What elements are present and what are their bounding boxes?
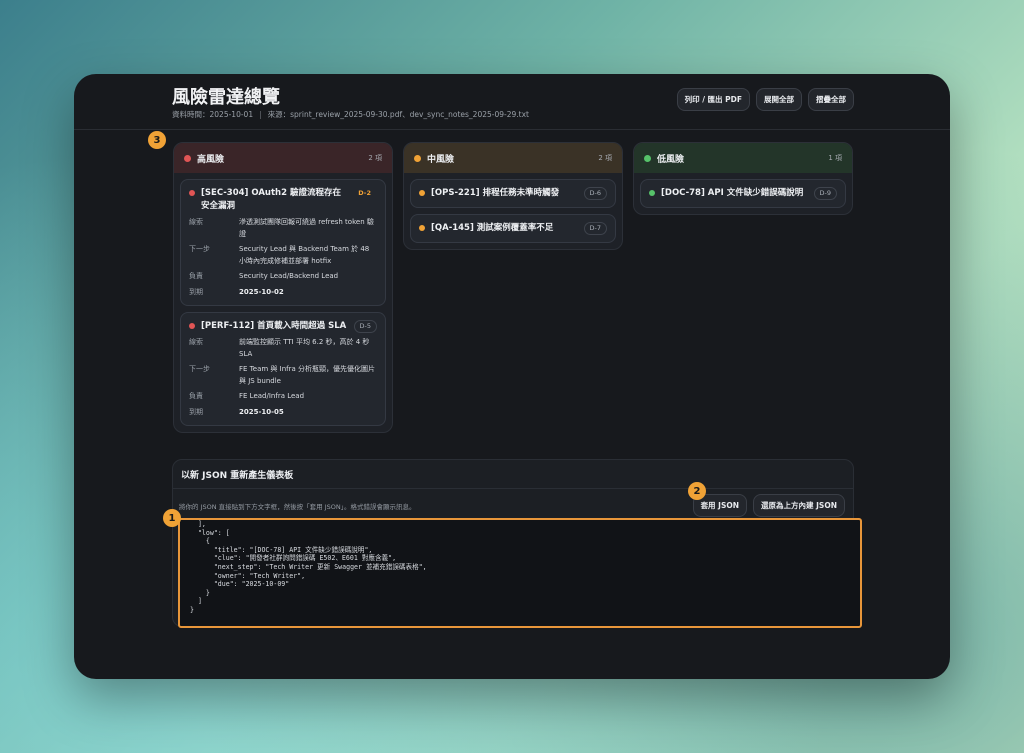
days-tag: D-6	[583, 187, 607, 200]
owner-label: 負責	[189, 392, 203, 400]
column-title: 低風險	[657, 154, 685, 165]
print-export-button[interactable]: 列印 / 匯出 PDF	[676, 88, 750, 111]
data-source: 來源：sprint_review_2025-09-30.pdf、dev_sync…	[267, 110, 529, 119]
risk-dot-icon	[189, 323, 195, 329]
card-title: [PERF-112] 首頁載入時間超過 SLA	[201, 321, 347, 331]
risk-card-perf-112[interactable]: [PERF-112] 首頁載入時間超過 SLA D-5 線索 前端監控顯示 TTI…	[180, 312, 386, 426]
owner-value: Security Lead/Backend Lead	[239, 272, 339, 280]
risk-dot-icon	[419, 190, 425, 196]
days-tag: D-5	[353, 320, 377, 333]
due-label: 到期	[189, 287, 203, 296]
marker-3: 3	[148, 131, 166, 149]
clue-label: 線索	[189, 338, 203, 346]
clue-label: 線索	[189, 218, 203, 226]
risk-dot-icon	[419, 225, 425, 231]
json-panel-title: 以新 JSON 重新產生儀表板	[181, 471, 294, 481]
page-header: 風險雷達總覽 資料時間：2025-10-01 | 來源：sprint_review_…	[74, 74, 950, 130]
meta-separator: |	[259, 110, 262, 119]
risk-card-doc-78[interactable]: [DOC-78] API 文件缺少錯誤碼說明 D-9	[640, 179, 846, 208]
card-title: [OPS-221] 排程任務未準時觸發	[431, 188, 560, 198]
column-title: 中風險	[427, 154, 455, 165]
column-low-risk: 低風險 1 項 [DOC-78] API 文件缺少錯誤碼說明 D-9	[633, 142, 853, 215]
days-tag: D-9	[813, 187, 837, 200]
column-count: 2 項	[368, 154, 382, 162]
clue-value: 前端監控顯示 TTI 平均 6.2 秒，高於 4 秒 SLA	[239, 338, 370, 358]
risk-dot-icon	[649, 190, 655, 196]
expand-all-button[interactable]: 展開全部	[756, 88, 802, 111]
column-header-low[interactable]: 低風險 1 項	[634, 143, 852, 173]
high-dot-icon	[184, 154, 191, 162]
marker-1: 1	[163, 509, 181, 527]
card-title: [QA-145] 測試案例覆蓋率不足	[431, 223, 554, 233]
column-count: 2 項	[598, 154, 612, 162]
json-regenerate-panel: 以新 JSON 重新產生儀表板 將你的 JSON 直接貼到下方文字框，然後按「套…	[172, 459, 862, 628]
column-title: 高風險	[197, 154, 225, 165]
marker-2: 2	[688, 482, 706, 500]
column-header-mid[interactable]: 中風險 2 項	[404, 143, 622, 173]
owner-label: 負責	[189, 272, 203, 280]
next-step-value: Security Lead 與 Backend Team 於 48 小時內完成修…	[239, 245, 370, 265]
json-panel-hint: 將你的 JSON 直接貼到下方文字框，然後按「套用 JSON」。格式錯誤會顯示訊…	[179, 503, 416, 511]
days-tag: D-2	[358, 189, 371, 197]
mid-dot-icon	[414, 154, 421, 162]
json-input[interactable]: ], "low": [ { "title": "[DOC-78] API 文件缺…	[178, 518, 862, 628]
days-tag: D-7	[583, 222, 607, 235]
risk-card-sec-304[interactable]: [SEC-304] OAuth2 驗證流程存在安全漏洞 D-2 線索 滲透測試團隊…	[180, 179, 386, 306]
app-window: 風險雷達總覽 資料時間：2025-10-01 | 來源：sprint_review_…	[74, 74, 950, 679]
page-title: 風險雷達總覽	[172, 87, 280, 108]
owner-value: FE Lead/Infra Lead	[239, 392, 305, 400]
restore-json-button[interactable]: 還原為上方內建 JSON	[753, 494, 845, 517]
column-mid-risk: 中風險 2 項 [OPS-221] 排程任務未準時觸發 D-6 [QA-145]…	[403, 142, 623, 250]
next-step-label: 下一步	[189, 365, 210, 373]
risk-card-ops-221[interactable]: [OPS-221] 排程任務未準時觸發 D-6	[410, 179, 616, 208]
json-actions: 套用 JSON 還原為上方內建 JSON	[692, 494, 845, 517]
next-step-label: 下一步	[189, 245, 210, 253]
data-time: 資料時間：2025-10-01	[172, 110, 254, 119]
risk-dot-icon	[189, 190, 195, 196]
collapse-all-button[interactable]: 摺疊全部	[808, 88, 854, 111]
column-header-high[interactable]: 高風險 2 項	[174, 143, 392, 173]
risk-card-qa-145[interactable]: [QA-145] 測試案例覆蓋率不足 D-7	[410, 214, 616, 243]
due-value: 2025-10-02	[239, 287, 284, 296]
header-actions: 列印 / 匯出 PDF 展開全部 摺疊全部	[676, 88, 854, 111]
page-meta: 資料時間：2025-10-01 | 來源：sprint_review_2025-09…	[172, 109, 529, 120]
card-title: [SEC-304] OAuth2 驗證流程存在安全漏洞	[201, 188, 341, 211]
card-title: [DOC-78] API 文件缺少錯誤碼說明	[661, 188, 804, 198]
low-dot-icon	[644, 154, 651, 162]
json-panel-divider	[173, 488, 853, 489]
due-value: 2025-10-05	[239, 407, 284, 416]
column-count: 1 項	[828, 154, 842, 162]
column-high-risk: 高風險 2 項 [SEC-304] OAuth2 驗證流程存在安全漏洞 D-2 …	[173, 142, 393, 433]
next-step-value: FE Team 與 Infra 分析瓶頸，優先優化圖片與 JS bundle	[239, 365, 375, 385]
due-label: 到期	[189, 407, 203, 416]
clue-value: 滲透測試團隊回報可繞過 refresh token 驗證	[239, 218, 374, 238]
